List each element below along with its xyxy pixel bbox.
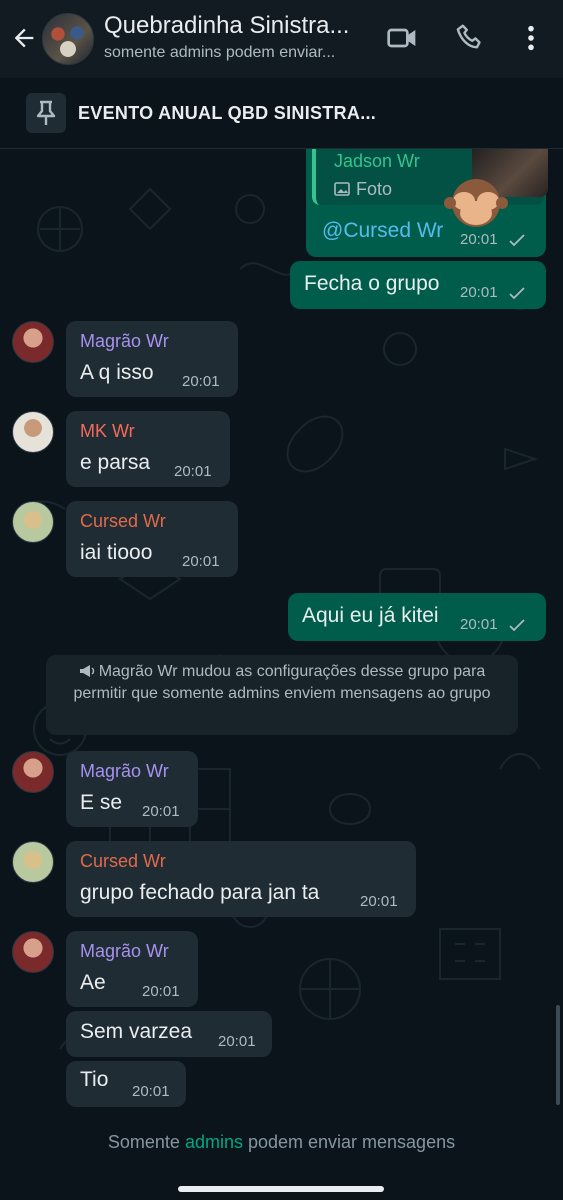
incoming-message[interactable]: Sem varzea 20:01 (66, 1011, 272, 1057)
message-time: 20:01 (174, 463, 212, 480)
message-sender[interactable]: Magrão Wr (80, 761, 169, 782)
message-text: Tio (80, 1068, 109, 1091)
incoming-message[interactable]: Tio 20:01 (66, 1061, 186, 1107)
message-text: Aqui eu já kitei (302, 604, 439, 627)
message-time: 20:01 (142, 983, 180, 1000)
message-text: Ae (80, 971, 106, 994)
mention-text[interactable]: @Cursed Wr (322, 219, 443, 243)
quoted-message[interactable]: Jadson Wr Foto (312, 149, 548, 205)
system-message-text: Magrão Wr mudou as configurações desse g… (73, 663, 491, 702)
back-arrow-icon[interactable] (10, 24, 38, 52)
read-check-icon (509, 234, 525, 247)
message-text: iai tiooo (80, 541, 153, 564)
message-time: 20:01 (182, 553, 220, 570)
group-avatar[interactable] (42, 13, 94, 65)
message-time: 20:01 (142, 803, 180, 820)
avatar[interactable] (12, 321, 54, 363)
voice-call-icon[interactable] (454, 22, 486, 54)
incoming-message[interactable]: Magrão Wr Ae 20:01 (66, 931, 198, 1007)
quoted-attachment-label: Foto (356, 179, 393, 199)
more-options-icon[interactable] (515, 22, 547, 54)
message-time: 20:01 (132, 1083, 170, 1100)
read-check-icon (509, 619, 525, 632)
pin-icon-box (26, 93, 66, 133)
video-call-icon[interactable] (386, 22, 418, 54)
message-text: Sem varzea (80, 1020, 193, 1043)
photo-icon (334, 182, 350, 196)
pin-icon (36, 100, 56, 125)
admins-only-notice: Somente admins podem enviar mensagens (0, 1132, 563, 1153)
outgoing-message[interactable]: Jadson Wr Foto @Cursed Wr 20:01 (306, 149, 548, 257)
avatar[interactable] (12, 411, 54, 453)
message-sender[interactable]: MK Wr (80, 421, 135, 442)
avatar[interactable] (12, 931, 54, 973)
message-time: 20:01 (182, 373, 220, 390)
message-time: 20:01 (218, 1033, 256, 1050)
quoted-sender: Jadson Wr (334, 151, 420, 171)
outgoing-message[interactable]: Fecha o grupo 20:01 (290, 261, 546, 309)
message-sender[interactable]: Cursed Wr (80, 851, 166, 872)
message-time: 20:01 (460, 231, 498, 248)
notice-prefix: Somente (107, 1132, 185, 1152)
message-time: 20:01 (360, 893, 398, 910)
avatar[interactable] (12, 501, 54, 543)
chat-header: Quebradinha Sinistra... somente admins p… (0, 0, 563, 78)
group-subtitle[interactable]: somente admins podem enviar... (104, 44, 335, 62)
megaphone-icon (79, 665, 94, 677)
read-check-icon (509, 287, 525, 300)
chat-scrollbar[interactable] (556, 1005, 560, 1105)
incoming-message[interactable]: Cursed Wr grupo fechado para jan ta 20:0… (66, 841, 416, 917)
avatar[interactable] (12, 841, 54, 883)
incoming-message[interactable]: Cursed Wr iai tiooo 20:01 (66, 501, 238, 577)
message-text: E se (80, 791, 123, 814)
incoming-message[interactable]: MK Wr e parsa 20:01 (66, 411, 230, 487)
avatar[interactable] (12, 751, 54, 793)
see-no-evil-monkey-icon (444, 179, 508, 227)
incoming-message[interactable]: Magrão Wr E se 20:01 (66, 751, 198, 827)
message-sender[interactable]: Cursed Wr (80, 511, 166, 532)
message-time: 20:01 (460, 616, 498, 633)
message-text: A q isso (80, 361, 154, 384)
pinned-message-text[interactable]: EVENTO ANUAL QBD SINISTRA... (78, 103, 376, 124)
system-message: Magrão Wr mudou as configurações desse g… (46, 655, 518, 735)
chat-area[interactable]: Jadson Wr Foto @Cursed Wr 20:01 Fecha o … (0, 149, 563, 1109)
home-indicator[interactable] (178, 1186, 384, 1192)
message-text: grupo fechado para jan ta (80, 881, 320, 904)
admins-link[interactable]: admins (185, 1132, 243, 1152)
message-sender[interactable]: Magrão Wr (80, 331, 169, 352)
message-text: Fecha o grupo (304, 272, 440, 295)
outgoing-message[interactable]: Aqui eu já kitei 20:01 (288, 593, 546, 641)
incoming-message[interactable]: Magrão Wr A q isso 20:01 (66, 321, 238, 397)
group-title[interactable]: Quebradinha Sinistra... (104, 12, 349, 40)
message-text: e parsa (80, 451, 151, 474)
message-time: 20:01 (460, 284, 498, 301)
notice-suffix: podem enviar mensagens (242, 1132, 456, 1152)
message-sender[interactable]: Magrão Wr (80, 941, 169, 962)
